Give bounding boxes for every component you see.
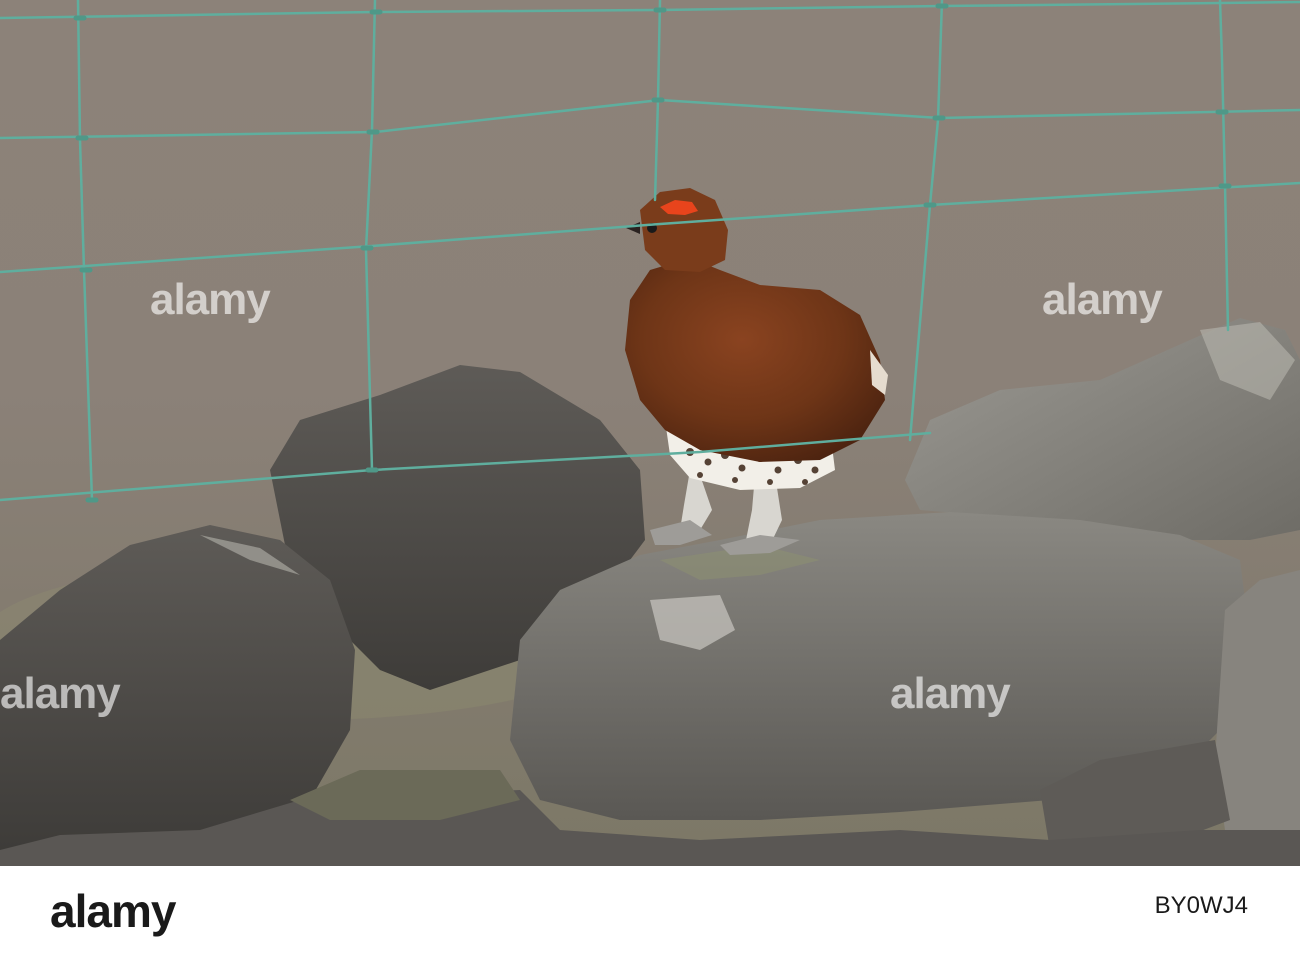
footer-bar xyxy=(0,866,1300,956)
alamy-logo[interactable]: alamy xyxy=(50,888,176,934)
stone-right-lower xyxy=(1215,570,1300,830)
grouse-photo-illustration xyxy=(0,0,1300,866)
image-reference-code: BY0WJ4 xyxy=(1154,892,1248,919)
photo xyxy=(0,0,1300,866)
